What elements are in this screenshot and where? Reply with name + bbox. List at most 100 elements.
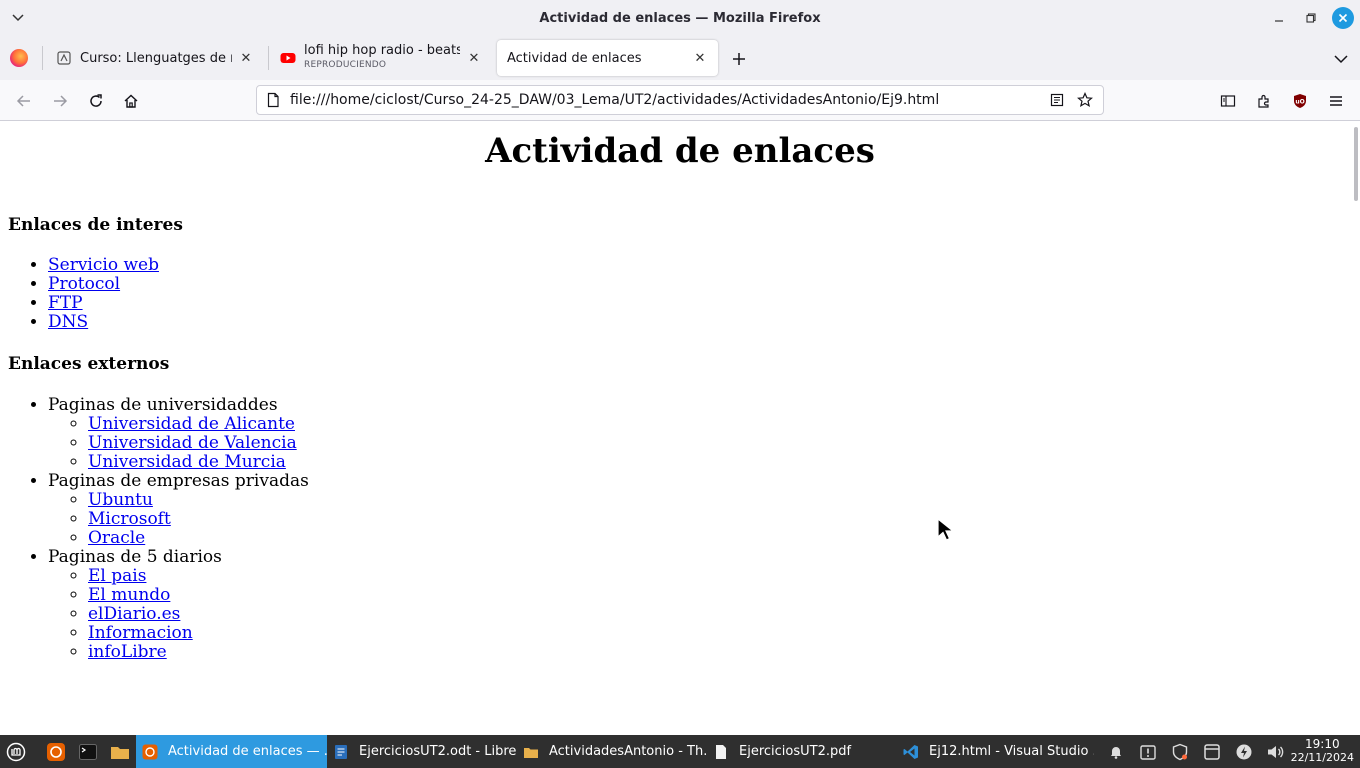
taskbar-item-file-manager[interactable]: ActividadesAntonio - Th... — [517, 735, 707, 768]
clock[interactable]: 19:10 22/11/2024 — [1291, 737, 1354, 765]
page-icon — [267, 92, 279, 108]
list-item: infoLibre — [88, 643, 1360, 662]
maximize-button[interactable] — [1300, 7, 1322, 29]
taskbar-item-writer[interactable]: EjerciciosUT2.odt - Libre... — [327, 735, 517, 768]
external-links-list: Paginas de universidaddes Universidad de… — [48, 396, 1360, 662]
url-bar[interactable]: file:///home/ciclost/Curso_24-25_DAW/03_… — [256, 85, 1104, 115]
volume-icon[interactable] — [1266, 742, 1286, 762]
link-informacion[interactable]: Informacion — [88, 623, 193, 643]
link-el-mundo[interactable]: El mundo — [88, 585, 170, 605]
reload-button[interactable] — [84, 89, 108, 113]
link-universidad-valencia[interactable]: Universidad de Valencia — [88, 433, 297, 453]
list-item: elDiario.es — [88, 605, 1360, 624]
group-label: Paginas de 5 diarios — [48, 547, 222, 567]
link-protocol[interactable]: Protocol — [48, 274, 120, 294]
link-universidad-alicante[interactable]: Universidad de Alicante — [88, 414, 295, 434]
writer-icon — [335, 744, 347, 759]
new-tab-button[interactable] — [728, 48, 750, 70]
reader-view-icon[interactable] — [1047, 90, 1067, 110]
tab-moodle[interactable]: Curso: Llenguatges de marc ✕ — [46, 40, 264, 76]
link-infolibre[interactable]: infoLibre — [88, 642, 167, 662]
list-item: El pais — [88, 567, 1360, 586]
files-launcher-icon[interactable] — [109, 741, 131, 763]
taskbar-item-vscode[interactable]: Ej12.html - Visual Studio ... — [897, 735, 1094, 768]
link-dns[interactable]: DNS — [48, 312, 88, 332]
list-item: Universidad de Alicante — [88, 415, 1360, 434]
bookmark-star-icon[interactable] — [1075, 90, 1095, 110]
vscode-icon — [903, 744, 918, 759]
extensions-icon[interactable] — [1252, 89, 1276, 113]
window-title: Actividad de enlaces — Mozilla Firefox — [539, 10, 821, 26]
sub-list: Universidad de Alicante Universidad de V… — [88, 415, 1360, 472]
list-item: Oracle — [88, 529, 1360, 548]
taskbar: Actividad de enlaces — ... EjerciciosUT2… — [0, 735, 1360, 768]
list-item: Microsoft — [88, 510, 1360, 529]
link-universidad-murcia[interactable]: Universidad de Murcia — [88, 452, 286, 472]
notifications-icon[interactable] — [1106, 742, 1126, 762]
list-item: Paginas de 5 diarios El pais El mundo el… — [48, 548, 1360, 662]
list-item: FTP — [48, 294, 1360, 313]
sub-list: Ubuntu Microsoft Oracle — [88, 491, 1360, 548]
link-ftp[interactable]: FTP — [48, 293, 83, 313]
back-button[interactable] — [12, 89, 36, 113]
moodle-icon — [57, 51, 71, 65]
forward-button[interactable] — [48, 89, 72, 113]
minimize-button[interactable] — [1268, 7, 1290, 29]
group-label: Paginas de universidaddes — [48, 395, 278, 415]
mint-menu-icon[interactable] — [5, 741, 27, 763]
close-tab-icon[interactable]: ✕ — [238, 50, 254, 66]
close-tab-icon[interactable]: ✕ — [466, 50, 482, 66]
taskbar-item-firefox[interactable]: Actividad de enlaces — ... — [136, 735, 327, 768]
update-manager-icon[interactable] — [1138, 742, 1158, 762]
list-item: Servicio web — [48, 256, 1360, 275]
link-ubuntu[interactable]: Ubuntu — [88, 490, 153, 510]
link-oracle[interactable]: Oracle — [88, 528, 145, 548]
hamburger-menu-icon[interactable] — [1324, 89, 1348, 113]
page-heading: Actividad de enlaces — [485, 131, 875, 171]
firefox-view-icon[interactable] — [10, 49, 28, 67]
home-button[interactable] — [119, 89, 143, 113]
firefox-launcher-icon[interactable] — [45, 741, 67, 763]
link-microsoft[interactable]: Microsoft — [88, 509, 171, 529]
link-servicio-web[interactable]: Servicio web — [48, 255, 159, 275]
display-icon[interactable] — [1202, 742, 1222, 762]
section-heading: Enlaces de interes — [8, 215, 183, 235]
list-item: DNS — [48, 313, 1360, 332]
page-content: Actividad de enlaces Enlaces de interes … — [0, 121, 1360, 735]
mouse-cursor-icon — [937, 518, 955, 541]
url-text[interactable]: file:///home/ciclost/Curso_24-25_DAW/03_… — [290, 92, 1047, 108]
pdf-icon — [716, 744, 726, 759]
navigation-toolbar: file:///home/ciclost/Curso_24-25_DAW/03_… — [0, 80, 1360, 121]
firefox-icon — [142, 744, 158, 759]
power-icon[interactable] — [1234, 742, 1254, 762]
youtube-icon — [280, 53, 296, 63]
list-all-tabs-button[interactable] — [1332, 50, 1350, 68]
tab-separator — [268, 46, 269, 70]
close-window-button[interactable] — [1332, 7, 1354, 29]
ublock-origin-icon[interactable]: uO — [1288, 89, 1312, 113]
group-label: Paginas de empresas privadas — [48, 471, 309, 491]
tab-actividad-enlaces[interactable]: Actividad de enlaces ✕ — [497, 40, 718, 76]
close-tab-icon[interactable]: ✕ — [692, 50, 708, 66]
list-item: Universidad de Murcia — [88, 453, 1360, 472]
tab-separator — [42, 46, 43, 70]
chevron-down-icon[interactable] — [8, 8, 28, 28]
link-el-pais[interactable]: El pais — [88, 566, 146, 586]
sidebar-icon[interactable] — [1216, 89, 1240, 113]
clock-date: 22/11/2024 — [1290, 751, 1354, 764]
sub-list: El pais El mundo elDiario.es Informacion… — [88, 567, 1360, 662]
list-item: Universidad de Valencia — [88, 434, 1360, 453]
link-eldiario[interactable]: elDiario.es — [88, 604, 180, 624]
list-item: Paginas de empresas privadas Ubuntu Micr… — [48, 472, 1360, 548]
clock-time: 19:10 — [1305, 737, 1340, 751]
tab-youtube[interactable]: lofi hip hop radio - beats to REPRODUCIE… — [270, 40, 492, 76]
list-item: Protocol — [48, 275, 1360, 294]
terminal-launcher-icon[interactable] — [77, 741, 99, 763]
folder-icon — [524, 747, 538, 758]
taskbar-item-pdf[interactable]: EjerciciosUT2.pdf — [707, 735, 897, 768]
tab-strip: Curso: Llenguatges de marc ✕ lofi hip ho… — [0, 36, 1360, 80]
tab-playing-label: REPRODUCIENDO — [304, 60, 387, 70]
shield-icon[interactable] — [1170, 742, 1190, 762]
list-item: Ubuntu — [88, 491, 1360, 510]
scrollbar-thumb[interactable] — [1354, 127, 1358, 201]
